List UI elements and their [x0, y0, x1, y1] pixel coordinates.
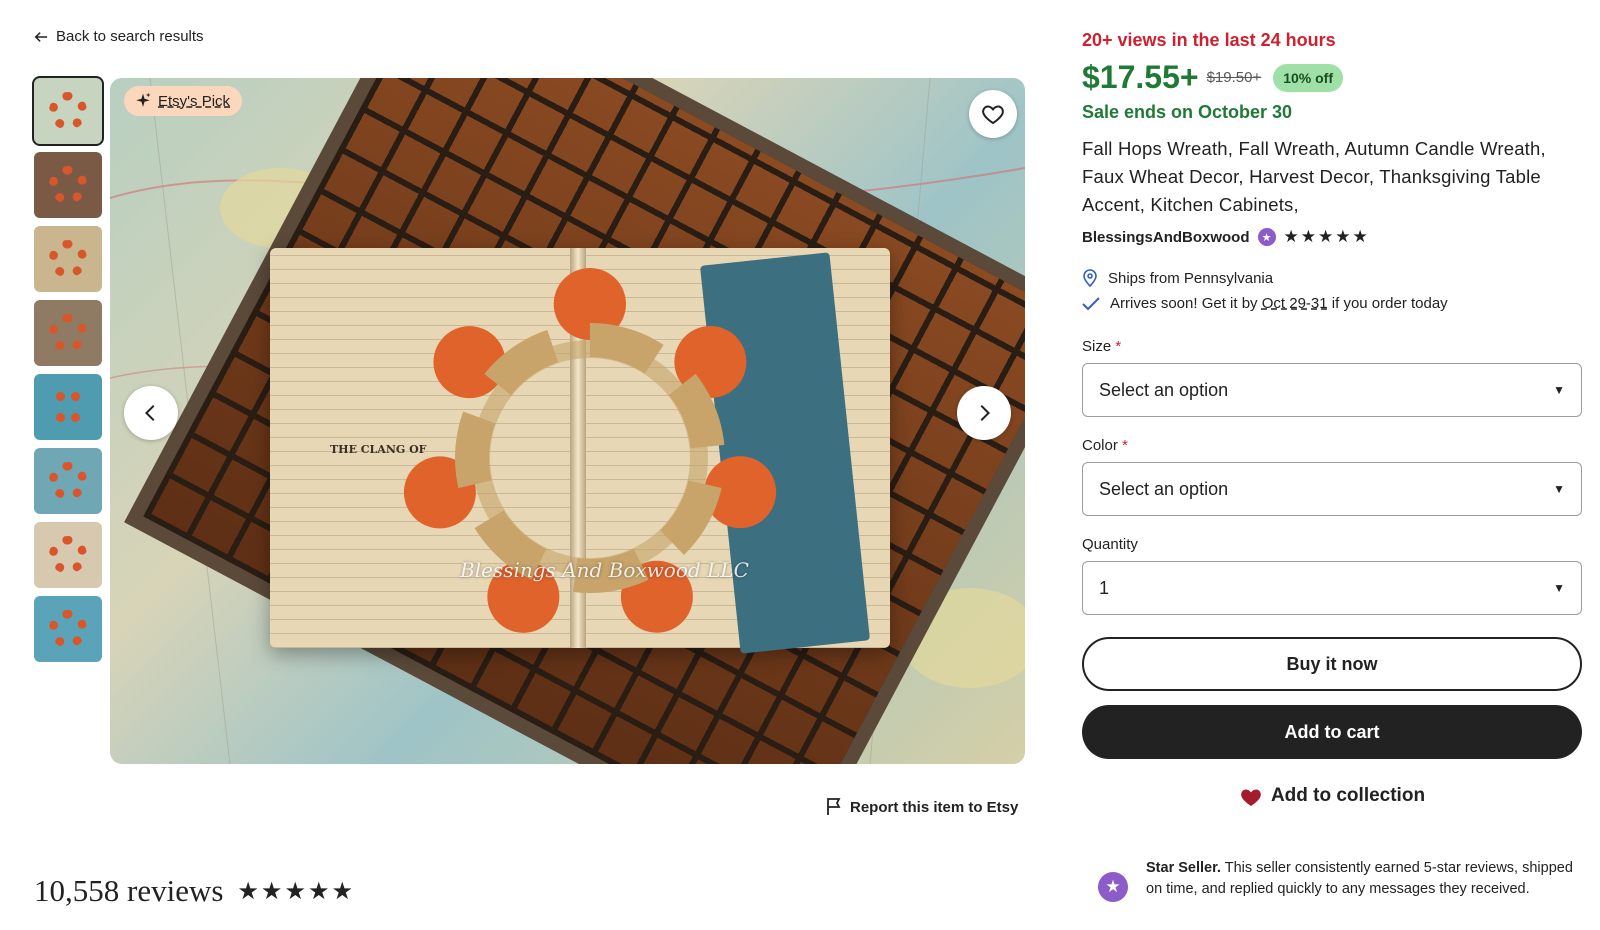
star-seller-icon: ★	[1098, 872, 1128, 902]
next-image-button[interactable]	[957, 386, 1011, 440]
chevron-right-icon	[980, 404, 991, 422]
report-item-link[interactable]: Report this item to Etsy	[826, 798, 1018, 816]
caret-down-icon: ▼	[1553, 482, 1565, 496]
size-label: Size *	[1082, 338, 1122, 355]
thumbnail-7[interactable]	[34, 522, 102, 588]
location-pin-icon	[1083, 269, 1097, 287]
caret-down-icon: ▼	[1553, 581, 1565, 595]
original-price: $19.50+	[1206, 69, 1262, 86]
buy-it-now-button[interactable]: Buy it now	[1082, 637, 1582, 691]
sale-end-text: Sale ends on October 30	[1082, 102, 1293, 122]
add-to-collection-button[interactable]: Add to collection	[1082, 785, 1582, 807]
color-label: Color *	[1082, 437, 1128, 454]
star-icon: ★	[1335, 227, 1351, 246]
ships-from-row: Ships from Pennsylvania	[1082, 269, 1582, 287]
color-select-value: Select an option	[1099, 478, 1229, 499]
thumbnail-2[interactable]	[34, 152, 102, 218]
star-seller-text: Star Seller. This seller consistently ea…	[1146, 860, 1573, 897]
shop-row: BlessingsAndBoxwood ★ ★ ★ ★ ★ ★	[1082, 227, 1582, 247]
thumbnail-3[interactable]	[34, 226, 102, 292]
thumbnail-8[interactable]	[34, 596, 102, 662]
report-label: Report this item to Etsy	[850, 798, 1019, 816]
flag-icon	[827, 798, 841, 815]
sale-price: $17.55+	[1082, 59, 1199, 95]
review-stars: ★ ★ ★ ★ ★	[237, 877, 353, 906]
reviews-summary: 10,558 reviews ★ ★ ★ ★ ★	[34, 873, 353, 909]
etsys-pick-label: Etsy's Pick	[158, 92, 231, 110]
size-select-value: Select an option	[1099, 379, 1229, 400]
star-icon: ★	[331, 877, 353, 905]
quantity-select-value: 1	[1099, 577, 1110, 598]
star-icon: ★	[1318, 227, 1334, 246]
star-seller-notice: ★ Star Seller. This seller consistently …	[1098, 858, 1592, 902]
thumbnail-strip	[32, 76, 104, 670]
color-select[interactable]: Select an option ▼	[1082, 462, 1582, 516]
thumbnail-6[interactable]	[34, 448, 102, 514]
heart-outline-icon	[982, 105, 1004, 125]
views-alert: 20+ views in the last 24 hours	[1082, 30, 1336, 50]
star-icon: ★	[307, 877, 330, 905]
back-to-search-link[interactable]: Back to search results	[34, 28, 204, 45]
listing-title: Fall Hops Wreath, Fall Wreath, Autumn Ca…	[1082, 138, 1546, 215]
caret-down-icon: ▼	[1553, 383, 1565, 397]
shop-rating-stars[interactable]: ★ ★ ★ ★ ★	[1284, 227, 1368, 247]
star-icon: ★	[1300, 227, 1317, 246]
image-watermark: Blessings And Boxwood LLC	[460, 558, 749, 582]
add-to-cart-button[interactable]: Add to cart	[1082, 705, 1582, 759]
thumbnail-1[interactable]	[32, 76, 104, 146]
arrival-row: Arrives soon! Get it by Oct 29-31 if you…	[1082, 295, 1582, 312]
star-icon: ★	[260, 877, 283, 905]
arrival-dates[interactable]: Oct 29-31	[1262, 295, 1328, 312]
checkmark-icon	[1082, 296, 1100, 310]
star-seller-badge-icon: ★	[1257, 228, 1276, 246]
quantity-select[interactable]: 1 ▼	[1082, 561, 1582, 615]
previous-image-button[interactable]	[124, 386, 178, 440]
heart-filled-icon	[1241, 789, 1261, 806]
star-icon: ★	[284, 877, 306, 905]
etsys-pick-badge[interactable]: Etsy's Pick	[124, 86, 243, 116]
back-link-label: Back to search results	[56, 28, 204, 45]
chevron-left-icon	[144, 404, 155, 422]
discount-badge: 10% off	[1273, 63, 1343, 92]
favorite-button[interactable]	[969, 90, 1017, 138]
star-icon: ★	[1352, 227, 1368, 246]
ships-from-text: Ships from Pennsylvania	[1108, 269, 1274, 287]
thumbnail-5[interactable]	[34, 374, 102, 440]
sparkle-icon	[136, 92, 151, 107]
listing-panel: 20+ views in the last 24 hours $17.55+ $…	[1082, 30, 1582, 807]
star-icon: ★	[1283, 227, 1299, 246]
main-product-image[interactable]: THE CLANG OF Blessings And Boxwood LLC E…	[110, 78, 1025, 764]
wheat-ring	[455, 323, 725, 593]
quantity-label: Quantity	[1082, 536, 1138, 553]
arrival-text: Arrives soon! Get it by Oct 29-31 if you…	[1110, 295, 1448, 312]
size-select[interactable]: Select an option ▼	[1082, 363, 1582, 417]
review-count: 10,558 reviews	[34, 873, 224, 908]
star-icon: ★	[237, 877, 259, 905]
add-to-collection-label: Add to collection	[1270, 785, 1426, 806]
price-row: $17.55+ $19.50+ 10% off	[1082, 59, 1582, 96]
shop-name-link[interactable]: BlessingsAndBoxwood	[1082, 229, 1250, 246]
arrow-left-icon	[34, 31, 48, 42]
thumbnail-4[interactable]	[34, 300, 102, 366]
